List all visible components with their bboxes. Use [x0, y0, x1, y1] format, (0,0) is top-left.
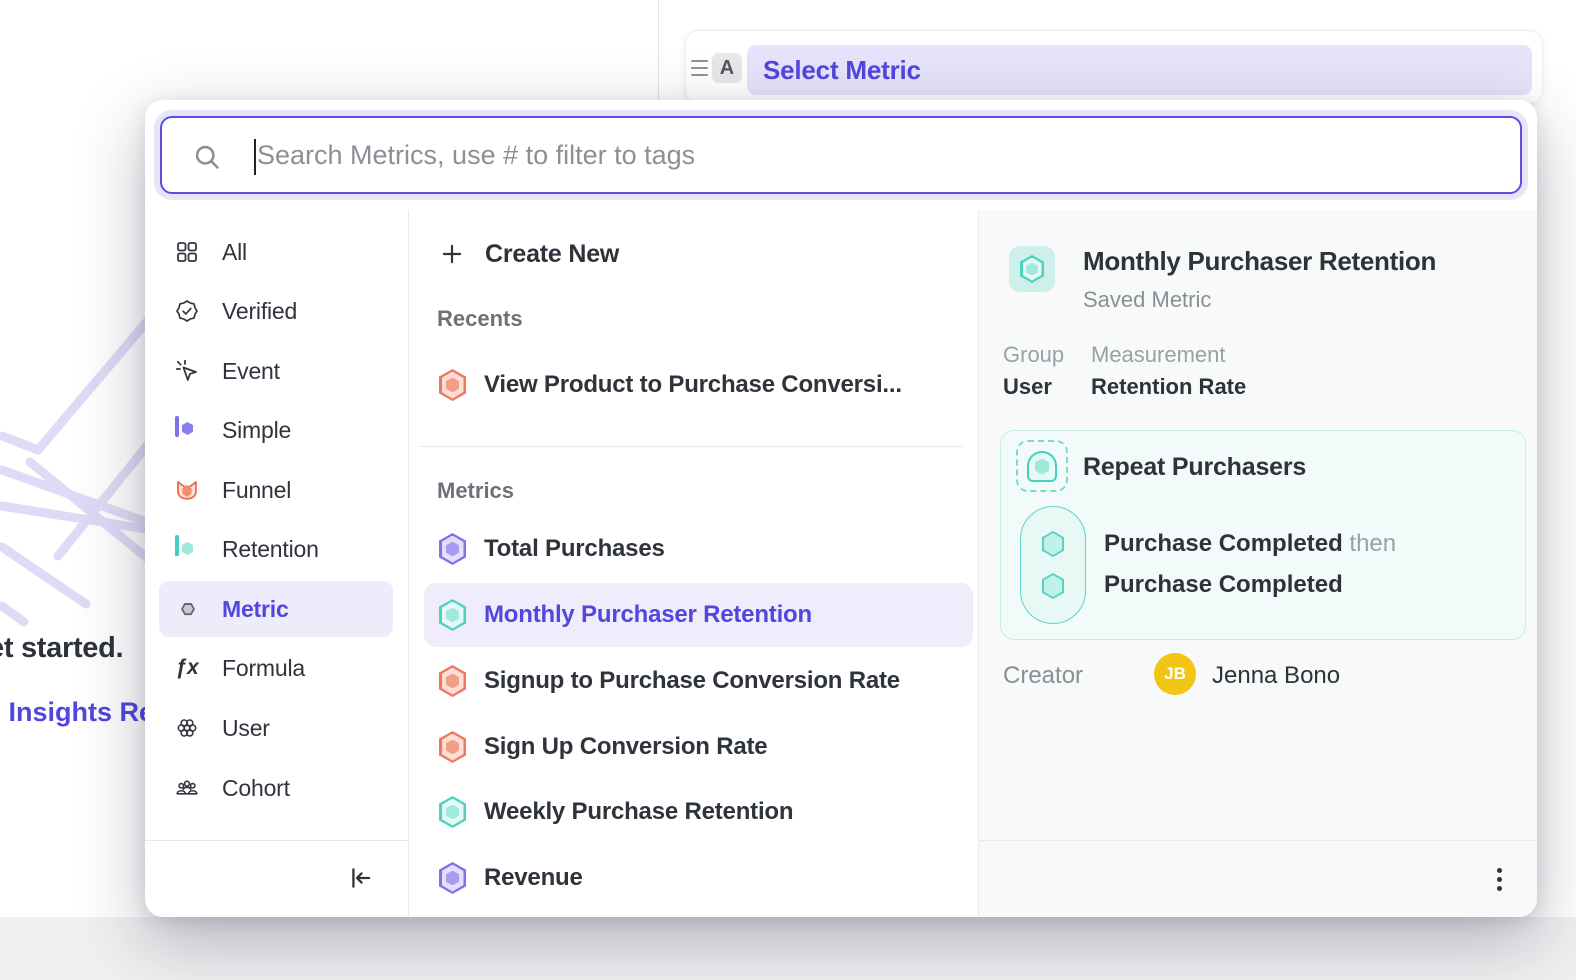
modal-body: All Verified: [145, 210, 1537, 917]
details-title: Monthly Purchaser Retention: [1083, 246, 1436, 277]
repeat-purchasers-icon: [1016, 440, 1068, 492]
metric-item-label: Monthly Purchaser Retention: [484, 601, 812, 629]
hexagon-teal-icon: [439, 796, 466, 828]
sidebar-item-label: Cohort: [222, 775, 290, 802]
select-metric-label: Select Metric: [763, 55, 921, 86]
metric-item-sign-up-conversion[interactable]: Sign Up Conversion Rate: [424, 715, 973, 779]
retention-definition-card: Repeat Purchasers Purchase Completed the…: [1000, 430, 1526, 640]
metric-type-tile-icon: [1009, 246, 1055, 292]
measurement-label: Measurement: [1091, 342, 1226, 368]
sidebar-item-metric[interactable]: Metric: [159, 581, 393, 637]
select-metric-button[interactable]: Select Metric: [747, 45, 1532, 95]
sidebar-item-label: Event: [222, 358, 280, 385]
metric-item-label: Signup to Purchase Conversion Rate: [484, 667, 900, 695]
sidebar-item-formula[interactable]: ƒx Formula: [159, 640, 393, 696]
metric-item-label: Weekly Purchase Retention: [484, 798, 793, 826]
metric-item-signup-to-purchase[interactable]: Signup to Purchase Conversion Rate: [424, 649, 973, 713]
sidebar-item-label: All: [222, 239, 247, 266]
metric-item-revenue[interactable]: Revenue: [424, 846, 973, 910]
metric-picker-modal: All Verified: [145, 100, 1537, 917]
plus-icon: [439, 241, 465, 267]
sidebar-item-label: Metric: [222, 596, 289, 623]
metric-item-monthly-purchaser-retention[interactable]: Monthly Purchaser Retention: [424, 583, 973, 647]
background-heading-fragment: et started.: [0, 632, 123, 665]
definition-step-1: Purchase Completed then: [1104, 530, 1396, 558]
event-cursor-icon: [175, 359, 199, 383]
sidebar-item-label: Retention: [222, 536, 319, 563]
metric-item-weekly-purchase-retention[interactable]: Weekly Purchase Retention: [424, 780, 973, 844]
hexagon-teal-icon: [1020, 255, 1044, 283]
event-hexagon-icon: [1042, 573, 1064, 599]
sidebar-item-simple[interactable]: Simple: [159, 402, 393, 458]
sidebar-item-label: Funnel: [222, 477, 291, 504]
create-new-label: Create New: [485, 240, 619, 269]
metrics-header: Metrics: [437, 478, 514, 504]
sidebar-item-label: Verified: [222, 298, 297, 325]
details-footer-divider: [979, 840, 1537, 841]
then-connector: then: [1349, 530, 1396, 557]
funnel-icon: [175, 478, 199, 502]
metric-details-panel: Monthly Purchaser Retention Saved Metric…: [978, 210, 1537, 917]
recent-metric-label: View Product to Purchase Conversi...: [484, 371, 902, 399]
hexagon-coral-icon: [439, 665, 466, 697]
collapse-sidebar-button[interactable]: [341, 863, 381, 893]
group-label: Group: [1003, 342, 1064, 368]
search-box: [160, 116, 1522, 194]
metric-row-card: A Select Metric: [685, 30, 1543, 104]
hexagon-coral-icon: [439, 731, 466, 763]
user-cluster-icon: [175, 716, 199, 740]
series-letter-badge[interactable]: A: [712, 53, 742, 83]
metric-item-label: Total Purchases: [484, 535, 665, 563]
details-subtitle: Saved Metric: [1083, 287, 1211, 313]
sidebar-item-event[interactable]: Event: [159, 343, 393, 399]
drag-handle-icon[interactable]: [691, 60, 708, 76]
measurement-value: Retention Rate: [1091, 374, 1246, 400]
sidebar-item-retention[interactable]: Retention: [159, 521, 393, 577]
verified-badge-icon: [175, 299, 199, 323]
hexagon-purple-icon: [439, 533, 466, 565]
sidebar-item-label: User: [222, 715, 270, 742]
metric-item-label: Revenue: [484, 864, 583, 892]
event-hexagon-icon: [1042, 531, 1064, 557]
sidebar-item-user[interactable]: User: [159, 700, 393, 756]
metric-picker-screen: et started. e Insights Re A Select Metri…: [0, 0, 1576, 980]
search-input[interactable]: [162, 118, 1520, 192]
collapse-left-icon: [348, 865, 374, 891]
definition-step-2: Purchase Completed: [1104, 571, 1343, 599]
sidebar-item-label: Formula: [222, 655, 305, 682]
definition-name: Repeat Purchasers: [1083, 453, 1306, 482]
hexagon-coral-icon: [439, 369, 466, 401]
list-section-divider: [419, 446, 963, 447]
sidebar-item-label: Simple: [222, 417, 291, 444]
group-value: User: [1003, 374, 1052, 400]
retention-arch-icon: [175, 537, 199, 561]
filter-sidebar: All Verified: [145, 210, 408, 917]
creator-name: Jenna Bono: [1212, 662, 1340, 690]
event-sequence-pill: [1020, 506, 1086, 624]
sidebar-item-cohort[interactable]: Cohort: [159, 760, 393, 816]
grid-icon: [175, 240, 199, 264]
recent-metric-item[interactable]: View Product to Purchase Conversi...: [424, 357, 973, 413]
metric-item-label: Sign Up Conversion Rate: [484, 733, 767, 761]
page-footer-background: [0, 917, 1576, 980]
creator-avatar: JB: [1154, 653, 1196, 695]
text-cursor: [254, 139, 256, 175]
create-new-button[interactable]: Create New: [431, 226, 619, 282]
metric-list-column: Create New Recents View Product to Purch…: [408, 210, 978, 917]
recents-header: Recents: [437, 306, 523, 332]
creator-label: Creator: [1003, 662, 1083, 690]
hexagon-purple-icon: [439, 862, 466, 894]
background-link-fragment[interactable]: e Insights Re: [0, 697, 154, 728]
sidebar-item-verified[interactable]: Verified: [159, 283, 393, 339]
simple-metric-icon: [175, 418, 199, 442]
formula-fx-icon: ƒx: [175, 656, 199, 680]
sidebar-item-all[interactable]: All: [159, 224, 393, 280]
more-options-button[interactable]: [1484, 863, 1514, 895]
metric-hexagon-icon: [175, 597, 199, 621]
cohort-people-icon: [175, 776, 199, 800]
sidebar-footer-divider: [145, 840, 408, 841]
sidebar-item-funnel[interactable]: Funnel: [159, 462, 393, 518]
hexagon-teal-icon: [439, 599, 466, 631]
metric-item-total-purchases[interactable]: Total Purchases: [424, 517, 973, 581]
